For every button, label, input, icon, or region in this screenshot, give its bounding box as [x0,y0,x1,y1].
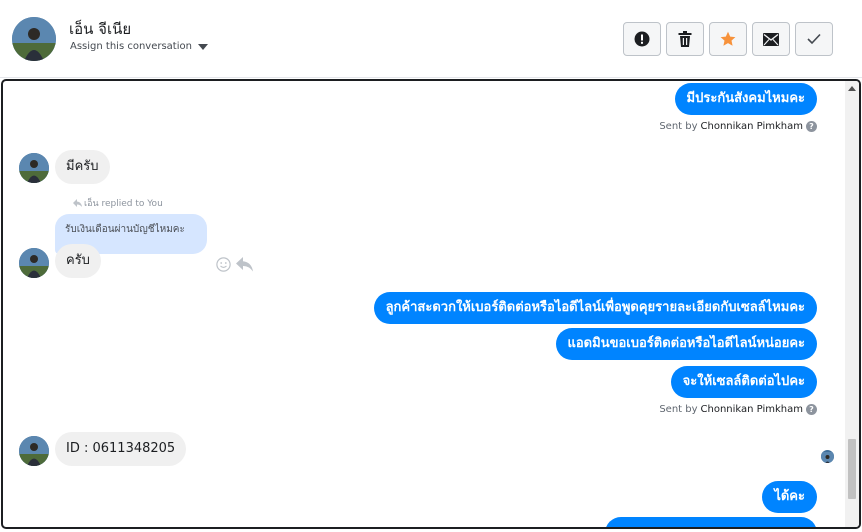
outgoing-message: แอดมินขอเบอร์ติดต่อหรือไอดีไลน์หน่อยคะ [555,328,817,360]
mark-spam-button[interactable] [623,22,661,56]
outgoing-message: มีประกันสังคมไหมคะ [674,83,817,115]
exclamation-circle-icon [634,31,650,47]
trash-icon [678,31,692,47]
assign-label: Assign this conversation [70,41,192,52]
sent-by-label: Sent by Chonnikan Pimkham ? [659,404,817,415]
conversation-header: เอ็น จีเนีย Assign this conversation [0,0,862,78]
message-thread[interactable]: มีประกันสังคมไหมคะ Sent by Chonnikan Pim… [1,79,861,529]
help-icon[interactable]: ? [806,121,817,132]
reply-icon[interactable] [236,257,253,272]
caret-down-icon [197,43,208,50]
mark-unread-button[interactable] [752,22,790,56]
conversation-toolbar [623,22,833,56]
envelope-icon [763,32,779,46]
sent-by-prefix: Sent by [659,121,698,132]
reply-notice-text: เอ็น replied to You [84,199,163,209]
sent-by-label: Sent by Chonnikan Pimkham ? [659,121,817,132]
message-actions [216,257,253,272]
reply-notice: เอ็น replied to You [73,196,163,210]
scrollbar-thumb[interactable] [848,439,856,499]
contact-name: เอ็น จีเนีย [69,20,132,38]
emoji-react-icon[interactable] [216,257,231,272]
star-button[interactable] [709,22,747,56]
contact-avatar[interactable] [12,17,56,61]
incoming-message: มีครับ [55,150,110,184]
seen-avatar-icon [821,450,834,463]
contact-avatar-small [19,436,49,466]
sent-by-prefix: Sent by [659,404,698,415]
contact-avatar-small [19,248,49,278]
help-icon[interactable]: ? [806,404,817,415]
outgoing-message: ลูกค้าสะดวกให้เบอร์ติดต่อหรือไอดีไลน์เพื… [373,292,817,324]
star-icon [720,31,736,46]
scroll-up-arrow-icon[interactable] [848,86,856,91]
reply-small-icon [73,199,82,207]
scrollbar[interactable] [845,81,859,527]
incoming-message: ครับ [55,244,101,278]
outgoing-message-partial [605,517,817,527]
sent-by-name: Chonnikan Pimkham [700,121,803,132]
sent-by-name: Chonnikan Pimkham [700,404,803,415]
outgoing-message: ได้คะ [762,481,817,513]
assign-conversation-dropdown[interactable]: Assign this conversation [70,41,208,52]
check-icon [807,33,821,45]
contact-avatar-small [19,153,49,183]
delete-button[interactable] [666,22,704,56]
outgoing-message: จะให้เซลล์ติดต่อไปคะ [670,366,817,398]
mark-done-button[interactable] [795,22,833,56]
incoming-message: ID : 0611348205 [55,432,187,466]
